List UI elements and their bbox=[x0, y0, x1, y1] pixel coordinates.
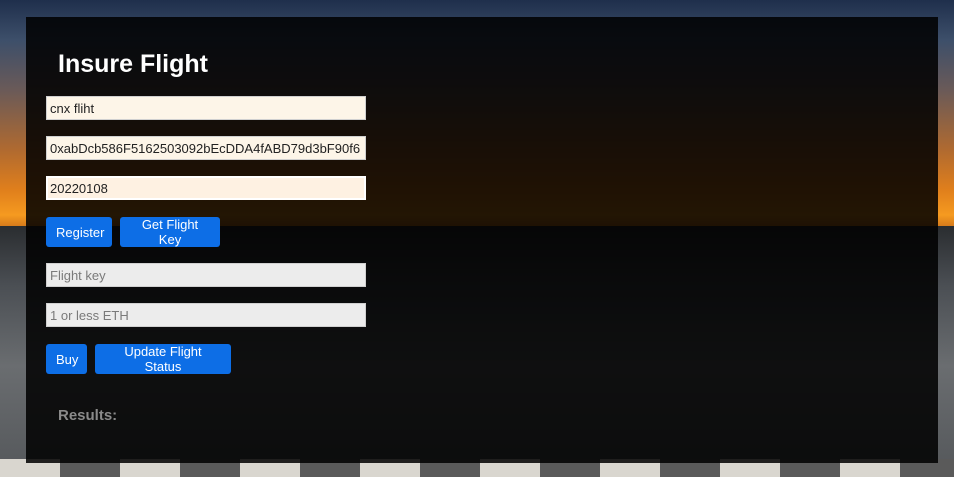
results-label: Results: bbox=[58, 407, 118, 424]
buy-button[interactable]: Buy bbox=[46, 344, 87, 374]
flight-key-input[interactable] bbox=[46, 263, 366, 287]
airline-address-input[interactable] bbox=[46, 136, 366, 160]
eth-amount-input[interactable] bbox=[46, 303, 366, 327]
page-title: Insure Flight bbox=[58, 50, 208, 78]
get-flight-key-button[interactable]: Get Flight Key bbox=[120, 217, 220, 247]
register-button[interactable]: Register bbox=[46, 217, 112, 247]
update-flight-status-button[interactable]: Update Flight Status bbox=[95, 344, 231, 374]
timestamp-input[interactable] bbox=[46, 176, 366, 200]
flight-name-input[interactable] bbox=[46, 96, 366, 120]
